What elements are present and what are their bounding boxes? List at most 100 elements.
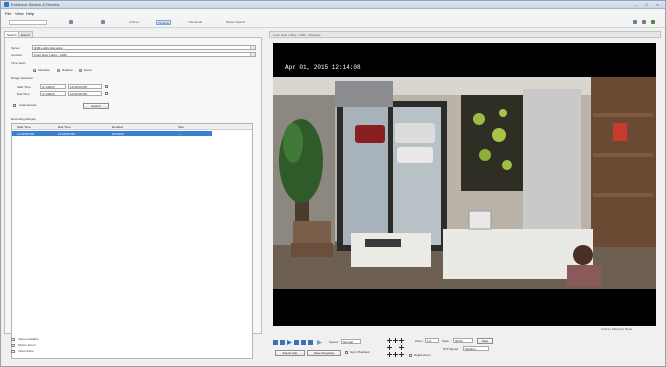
digital-zoom-checkbox[interactable]: [409, 354, 412, 357]
audio-events-checkbox[interactable]: [13, 104, 16, 107]
ptz-right-icon[interactable]: [399, 345, 404, 350]
toolbar-search-input[interactable]: [9, 20, 47, 25]
results-table: Start Time End Time Duration Size 12:00:…: [11, 123, 253, 359]
toolbar-timeline-button[interactable]: Timeline: [156, 20, 172, 25]
fast-forward-icon[interactable]: [317, 340, 322, 345]
seek-label: Seek: [442, 339, 449, 343]
last-frame-icon[interactable]: [308, 340, 313, 345]
legend-swatch: [11, 344, 15, 347]
end-time-value: 12:59:59 PM: [70, 92, 88, 96]
zoom-field[interactable]: 1.0: [425, 338, 439, 343]
video-timestamp: Apr 01, 2015 12:14:08: [285, 64, 361, 71]
chevron-down-icon[interactable]: [250, 46, 255, 49]
close-button[interactable]: ×: [653, 2, 662, 7]
column-end[interactable]: End Time: [58, 125, 71, 129]
legend-item: Motion Event: [11, 343, 61, 348]
menu-file[interactable]: File: [5, 11, 11, 16]
video-player[interactable]: Apr 01, 2015 12:14:08: [273, 43, 656, 326]
playback-status: Archive Playback Mode: [601, 327, 633, 331]
digital-zoom-label: Digital Zoom: [414, 353, 431, 357]
refresh-icon[interactable]: [69, 20, 73, 24]
server-select[interactable]: NVR-Lobby-Recorder: [32, 45, 256, 50]
seek-field[interactable]: 00:00: [453, 338, 473, 343]
maximize-button[interactable]: □: [642, 2, 651, 7]
row-size: —: [178, 132, 181, 136]
radio-relative[interactable]: [57, 69, 60, 72]
column-duration[interactable]: Duration: [112, 125, 123, 129]
video-title: Front Door Lobby - 1080 · Playback: [273, 33, 321, 37]
audio-events-label: Audio Events: [19, 103, 37, 107]
menu-help[interactable]: Help: [26, 11, 34, 16]
legend-label: Motion Event: [18, 343, 36, 347]
column-size[interactable]: Size: [178, 125, 184, 129]
window-title: Evidence Search & Review: [11, 2, 60, 7]
speed-value: Normal: [343, 340, 353, 344]
legend-label: Video Alarm: [18, 349, 35, 353]
time-span-label: Time Span: [11, 61, 26, 65]
sync-playback-checkbox[interactable]: [345, 351, 348, 354]
server-value: NVR-Lobby-Recorder: [34, 46, 63, 50]
camera-icon[interactable]: [101, 20, 105, 24]
table-row[interactable]: 12:00:00 PM 12:59:59 PM 00:59:59 —: [12, 131, 212, 136]
ptz-down-right-icon[interactable]: [399, 352, 404, 357]
table-header: Start Time End Time Duration Size: [12, 124, 252, 130]
video-frame-image: Apr 01, 2015 12:14:08: [273, 43, 656, 326]
layout-icon[interactable]: [651, 20, 655, 24]
camera-value: Front Door Lobby - 1080: [34, 53, 67, 57]
ptz-down-icon[interactable]: [393, 352, 398, 357]
stop-icon[interactable]: [294, 340, 299, 345]
menu-view[interactable]: View: [15, 11, 24, 16]
legend-swatch: [11, 338, 15, 341]
start-date-field[interactable]: 4/ 1/2015: [40, 84, 66, 89]
ptz-up-icon[interactable]: [393, 338, 398, 343]
search-panel: Server NVR-Lobby-Recorder Camera Front D…: [4, 37, 262, 359]
start-time-spinner[interactable]: [105, 85, 108, 88]
previous-icon[interactable]: [280, 340, 285, 345]
ptz-up-right-icon[interactable]: [399, 338, 404, 343]
next-icon[interactable]: [301, 340, 306, 345]
speed-select[interactable]: Normal: [341, 339, 361, 344]
ptz-up-left-icon[interactable]: [387, 338, 392, 343]
ptz-down-left-icon[interactable]: [387, 352, 392, 357]
export-clip-button[interactable]: Export Clip: [275, 350, 305, 356]
camera-select[interactable]: Front Door Lobby - 1080: [32, 52, 256, 57]
save-snapshot-button[interactable]: Save Snapshot: [307, 350, 341, 356]
radio-absolute[interactable]: [33, 69, 36, 72]
radio-relative-label: Relative: [62, 68, 73, 72]
app-icon: [4, 2, 9, 7]
settings-icon[interactable]: [642, 20, 646, 24]
first-frame-icon[interactable]: [273, 340, 278, 345]
playback-controls: Speed Normal Export Clip Save Snapshot S…: [269, 334, 663, 364]
toolbar-motion-search-button[interactable]: Motion Search: [225, 20, 246, 25]
camera-label: Camera: [11, 53, 22, 57]
speed-label: Speed: [329, 340, 338, 344]
end-time-spinner[interactable]: [105, 92, 108, 95]
radio-event[interactable]: [79, 69, 82, 72]
start-time-label: Start Time: [17, 85, 31, 89]
ptz-left-icon[interactable]: [387, 345, 392, 350]
minimize-button[interactable]: –: [631, 2, 640, 7]
video-pane-header: Front Door Lobby - 1080 · Playback: [269, 31, 661, 38]
toolbar-archive-button[interactable]: Archive: [128, 20, 140, 25]
row-start: 12:00:00 PM: [17, 132, 35, 136]
legend-item: Video Available: [11, 337, 61, 342]
row-end: 12:59:59 PM: [58, 132, 76, 136]
help-icon[interactable]: [633, 20, 637, 24]
ptz-speed-value: Medium: [465, 347, 476, 351]
chevron-down-icon[interactable]: [250, 53, 255, 56]
end-date-field[interactable]: 4/ 1/2015: [40, 91, 66, 96]
sync-playback-label: Sync Playback: [350, 350, 370, 354]
search-button[interactable]: Search: [83, 103, 109, 109]
play-icon[interactable]: [287, 340, 292, 345]
toolbar: Archive Timeline Thumbnail Motion Search: [1, 17, 665, 28]
start-time-field[interactable]: 12:00:00 PM: [68, 84, 102, 89]
zoom-value: 1.0: [427, 339, 432, 343]
toolbar-thumbnail-button[interactable]: Thumbnail: [187, 20, 203, 25]
end-time-field[interactable]: 12:59:59 PM: [68, 91, 102, 96]
range-selection-label: Range Selection: [11, 76, 34, 80]
ptz-speed-select[interactable]: Medium: [463, 346, 489, 351]
zoom-label: Zoom: [415, 339, 423, 343]
step-button[interactable]: Step: [477, 338, 493, 344]
column-start[interactable]: Start Time: [17, 125, 31, 129]
seek-value: 00:00: [455, 339, 463, 343]
